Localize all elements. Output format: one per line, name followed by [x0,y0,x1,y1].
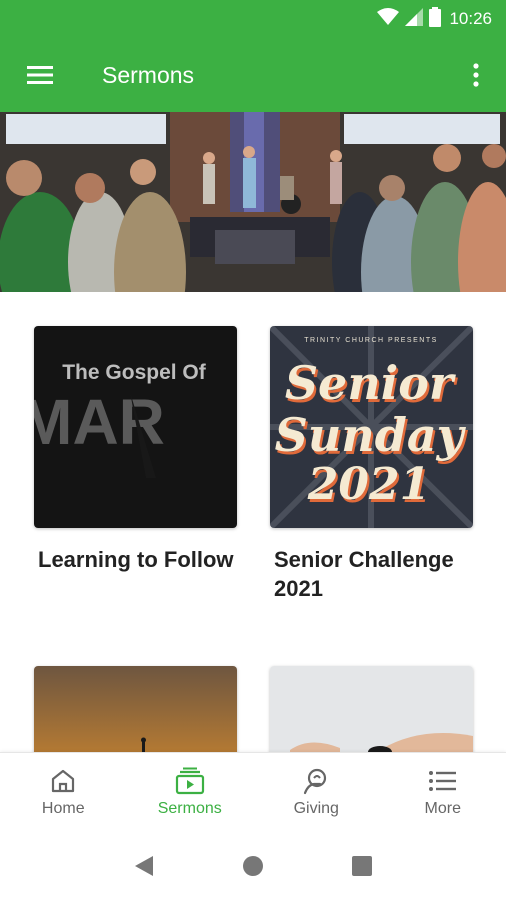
battery-icon [429,6,442,32]
sermon-thumbnail: TRINITY CHURCH PRESENTS Senior Senior Su… [270,326,473,528]
sermon-card[interactable]: TRINITY CHURCH PRESENTS Senior Senior Su… [270,326,473,603]
bottom-navigation: Home Sermons Giving More [0,752,506,833]
thumb-title-text: The Gospel Of [62,361,207,384]
nav-giving[interactable]: Giving [253,753,380,833]
signal-icon [405,7,424,31]
menu-icon [27,66,53,84]
worship-band-photo [0,112,506,292]
giving-icon [304,768,327,795]
home-circle-icon [242,856,263,876]
thumb-line3-text: 2021 [307,459,430,510]
recents-button[interactable] [342,846,382,886]
status-bar: 10:26 [0,0,506,38]
more-vert-icon [473,63,479,87]
screen: 10:26 Sermons The Gospel Of MAR Learning… [0,0,506,900]
sermon-thumbnail: The Gospel Of MAR [34,326,237,528]
nav-sermons[interactable]: Sermons [127,753,254,833]
recents-icon [351,856,372,876]
list-icon [428,771,456,791]
thumb-line1-text: Senior [285,356,457,410]
page-title: Sermons [102,61,195,88]
hero-image[interactable] [0,112,506,292]
status-icons [377,6,442,32]
back-icon [135,856,154,876]
wifi-icon [377,7,400,31]
menu-button[interactable] [20,55,60,95]
status-time: 10:26 [449,9,492,28]
nav-home[interactable]: Home [0,753,127,833]
home-system-button[interactable] [233,846,273,886]
home-icon [52,769,75,793]
back-button[interactable] [124,846,164,886]
sermon-card[interactable]: The Gospel Of MAR Learning to Follow [34,326,237,574]
nav-more[interactable]: More [380,753,506,833]
sermons-icon [175,767,204,795]
sermon-title: Senior Challenge 2021 [274,547,454,601]
system-navigation [0,832,506,900]
nav-sermons-label: Sermons [157,800,222,817]
app-bar: Sermons [0,38,506,112]
nav-home-label: Home [41,800,85,817]
thumb-line2-text: Sunday [275,408,467,462]
nav-giving-label: Giving [293,800,339,817]
overflow-menu-button[interactable] [458,55,494,95]
nav-more-label: More [424,800,461,817]
thumb-eyebrow-text: TRINITY CHURCH PRESENTS [304,337,438,344]
sermon-title: Learning to Follow [38,547,234,572]
